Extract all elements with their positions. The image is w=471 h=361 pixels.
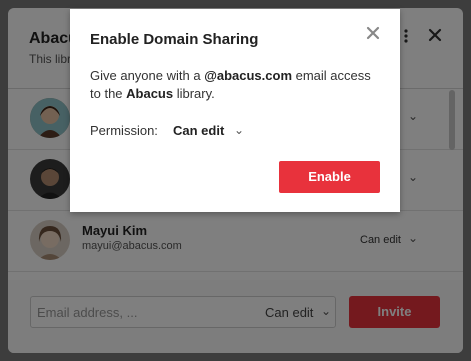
permission-select[interactable]: Can edit (173, 123, 224, 138)
message-suffix: library. (173, 86, 215, 101)
dialog-title: Enable Domain Sharing (90, 31, 259, 48)
chevron-down-icon[interactable]: ⌄ (234, 123, 244, 137)
message-prefix: Give anyone with a (90, 68, 205, 83)
dialog-message: Give anyone with a @abacus.com email acc… (90, 67, 385, 103)
message-library: Abacus (126, 86, 174, 101)
enable-domain-sharing-dialog: Enable Domain Sharing Give anyone with a… (70, 9, 400, 212)
permission-label: Permission: (90, 123, 158, 138)
enable-button[interactable]: Enable (279, 161, 380, 193)
message-domain: @abacus.com (204, 68, 293, 83)
close-icon[interactable] (365, 25, 381, 41)
